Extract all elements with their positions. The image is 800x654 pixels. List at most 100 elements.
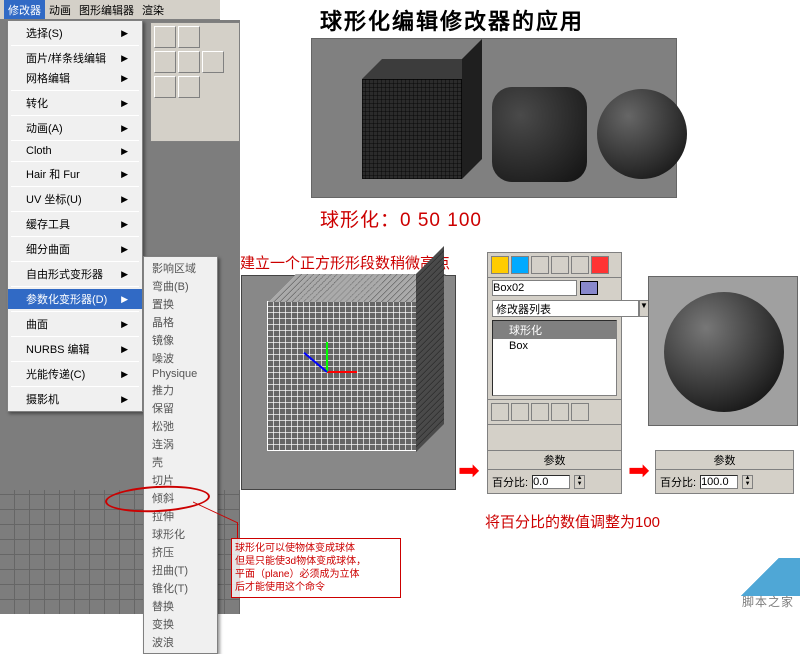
submenu-item[interactable]: 扭曲(T)	[144, 561, 217, 579]
cube-50pct	[492, 87, 587, 182]
tab-modify[interactable]	[511, 256, 529, 274]
stack-tool-btn[interactable]	[511, 403, 529, 421]
chevron-right-icon: ▶	[121, 394, 128, 405]
rollout-header[interactable]: 参数	[488, 451, 621, 470]
submenu-item[interactable]: 噪波	[144, 349, 217, 367]
menu-graph-editors[interactable]: 图形编辑器	[75, 0, 138, 19]
annotation-note: 球形化可以使物体变成球体 但是只能使3d物体变成球体， 平面（plane）必须成…	[231, 538, 401, 598]
chevron-right-icon: ▶	[121, 319, 128, 330]
submenu-item[interactable]: 影响区域	[144, 259, 217, 277]
tool-btn[interactable]	[202, 51, 224, 73]
modifiers-dropdown: 选择(S)▶ 面片/样条线编辑▶网格编辑▶ 转化▶ 动画(A)▶ Cloth▶ Hair …	[7, 20, 143, 412]
example-render-panel	[311, 38, 677, 198]
submenu-item[interactable]: 连涡	[144, 435, 217, 453]
percent-input[interactable]	[700, 475, 738, 489]
submenu-item[interactable]: 锥化(T)	[144, 579, 217, 597]
chevron-right-icon: ▶	[121, 269, 128, 280]
menu-item[interactable]: 缓存工具▶	[8, 214, 142, 234]
submenu-item[interactable]: 壳	[144, 453, 217, 471]
menu-item[interactable]: 参数化变形器(D)▶	[8, 289, 142, 309]
chevron-right-icon: ▶	[121, 169, 128, 180]
submenu-item[interactable]: 替换	[144, 597, 217, 615]
submenu-item[interactable]: 保留	[144, 399, 217, 417]
menu-render[interactable]: 渲染	[138, 0, 168, 19]
rollout-header[interactable]: 参数	[656, 451, 793, 470]
modifier-stack[interactable]: 球形化 Box	[492, 320, 617, 396]
page-title: 球形化编辑修改器的应用	[320, 4, 584, 36]
submenu-item[interactable]: 晶格	[144, 313, 217, 331]
menu-item[interactable]: 曲面▶	[8, 314, 142, 334]
spinner[interactable]: ▲▼	[742, 475, 753, 489]
submenu-item[interactable]: 镜像	[144, 331, 217, 349]
chevron-right-icon: ▶	[121, 123, 128, 134]
stack-tool-btn[interactable]	[491, 403, 509, 421]
tool-btn[interactable]	[154, 76, 176, 98]
menu-item[interactable]: 网格编辑▶	[8, 68, 142, 88]
submenu-item[interactable]: 松弛	[144, 417, 217, 435]
stack-tool-btn[interactable]	[551, 403, 569, 421]
chevron-right-icon: ▶	[121, 244, 128, 255]
parametric-deformers-submenu: 影响区域弯曲(B)置换晶格镜像噪波Physique推力保留松弛连涡壳切片倾斜拉伸…	[143, 256, 218, 654]
percent-label: 百分比:	[492, 474, 528, 490]
stack-tool-btn[interactable]	[571, 403, 589, 421]
chevron-right-icon: ▶	[121, 146, 128, 157]
menu-item[interactable]: 转化▶	[8, 93, 142, 113]
menu-modifiers[interactable]: 修改器	[4, 0, 45, 19]
menu-animation[interactable]: 动画	[45, 0, 75, 19]
menu-item[interactable]: 细分曲面▶	[8, 239, 142, 259]
gizmo-x-axis[interactable]	[327, 371, 357, 373]
percent-label: 百分比:	[660, 474, 696, 490]
menu-item[interactable]: Hair 和 Fur▶	[8, 164, 142, 184]
tool-btn[interactable]	[178, 76, 200, 98]
chevron-right-icon: ▶	[121, 344, 128, 355]
object-color-swatch[interactable]	[580, 281, 598, 295]
submenu-item[interactable]: 置换	[144, 295, 217, 313]
tool-btn[interactable]	[178, 51, 200, 73]
menu-item[interactable]: NURBS 编辑▶	[8, 339, 142, 359]
menu-item[interactable]: UV 坐标(U)▶	[8, 189, 142, 209]
tool-btn[interactable]	[154, 26, 176, 48]
submenu-item[interactable]: 弯曲(B)	[144, 277, 217, 295]
submenu-item[interactable]: 变换	[144, 615, 217, 633]
chevron-right-icon: ▶	[121, 98, 128, 109]
submenu-item[interactable]: 推力	[144, 381, 217, 399]
note-text: 球形化可以使物体变成球体	[235, 542, 397, 555]
instruction-text: 将百分比的数值调整为100	[485, 511, 660, 532]
percent-input[interactable]	[532, 475, 570, 489]
object-name-input[interactable]	[492, 280, 577, 296]
tab-utilities[interactable]	[591, 256, 609, 274]
stack-tool-btn[interactable]	[531, 403, 549, 421]
tab-create[interactable]	[491, 256, 509, 274]
tab-motion[interactable]	[551, 256, 569, 274]
sphere-100pct	[597, 89, 687, 179]
tab-hierarchy[interactable]	[531, 256, 549, 274]
menu-item[interactable]: 光能传递(C)▶	[8, 364, 142, 384]
menu-item[interactable]: 动画(A)▶	[8, 118, 142, 138]
perspective-viewport[interactable]	[241, 275, 456, 490]
menu-item[interactable]: 选择(S)▶	[8, 23, 142, 43]
chevron-right-icon: ▶	[121, 73, 128, 84]
tool-btn[interactable]	[154, 51, 176, 73]
chevron-right-icon: ▶	[121, 294, 128, 305]
gizmo-y-axis[interactable]	[326, 342, 328, 372]
spinner[interactable]: ▲▼	[574, 475, 585, 489]
wireframe-cube[interactable]	[267, 301, 417, 451]
menu-item[interactable]: 面片/样条线编辑▶	[8, 48, 142, 68]
submenu-item[interactable]: Physique	[144, 367, 217, 381]
result-viewport	[648, 276, 798, 426]
chevron-right-icon: ▶	[121, 28, 128, 39]
menu-item[interactable]: Cloth▶	[8, 143, 142, 159]
stack-item-box[interactable]: Box	[493, 339, 616, 353]
red-arrow-icon: ➡	[628, 455, 650, 486]
corner-graphic	[720, 558, 800, 596]
submenu-item[interactable]: 挤压	[144, 543, 217, 561]
menu-item[interactable]: 自由形式变形器▶	[8, 264, 142, 284]
menu-item[interactable]: 摄影机▶	[8, 389, 142, 409]
tab-display[interactable]	[571, 256, 589, 274]
stack-item-spherify[interactable]: 球形化	[493, 321, 616, 339]
stack-tool-row	[488, 399, 621, 425]
submenu-item[interactable]: 波浪	[144, 633, 217, 651]
parameters-rollout-before: 参数 百分比: ▲▼	[487, 450, 622, 494]
tool-btn[interactable]	[178, 26, 200, 48]
modifier-list-combo[interactable]	[492, 300, 639, 317]
